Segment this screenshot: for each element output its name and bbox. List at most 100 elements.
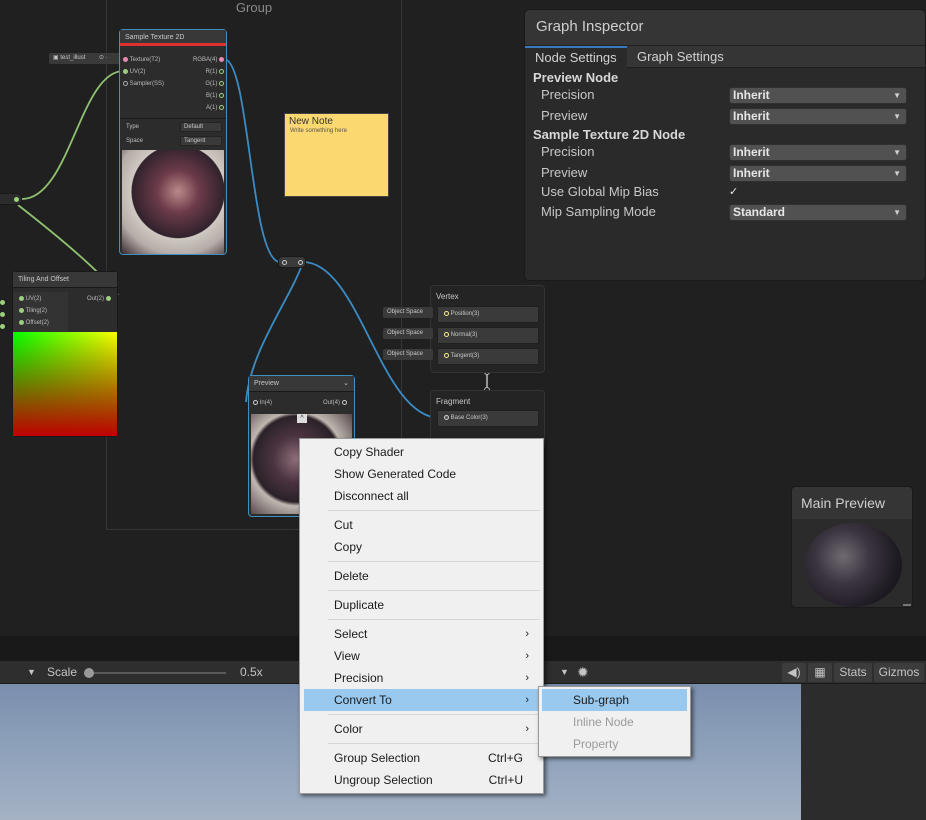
vertex-slot-position[interactable]: Position(3) — [437, 306, 539, 323]
mip-sampling-mode-label: Mip Sampling Mode — [541, 204, 656, 219]
note-title[interactable]: New Note — [285, 114, 388, 127]
menu-item-delete[interactable]: Delete — [304, 565, 539, 587]
edge-uv-to-sample — [21, 70, 125, 200]
precision-dropdown-2[interactable]: Inherit ▼ — [729, 144, 907, 161]
input-offset[interactable]: Offset(2) — [19, 317, 49, 329]
texture-preview-image — [122, 150, 224, 254]
output-r[interactable]: R(1) — [182, 66, 224, 78]
preview-label-2: Preview — [541, 165, 588, 180]
menu-item-disconnect-all[interactable]: Disconnect all — [304, 485, 539, 507]
dropdown-arrow-icon: ▼ — [893, 112, 901, 121]
gizmos-button[interactable]: Gizmos — [874, 663, 924, 682]
tiling-preview-image — [13, 332, 117, 436]
global-mip-bias-label: Use Global Mip Bias — [541, 184, 659, 199]
audio-icon[interactable]: ◀) — [782, 663, 806, 682]
fragment-slot-base-color[interactable]: Base Color(3) — [437, 410, 539, 427]
menu-item-copy[interactable]: Copy — [304, 536, 539, 558]
edge-rgba-to-redirect — [223, 58, 281, 263]
grid-icon[interactable]: ▦ — [808, 663, 832, 682]
input-tiling[interactable]: Tiling(2) — [19, 305, 49, 317]
redirect-node-left[interactable] — [0, 193, 22, 205]
menu-item-precision[interactable]: Precision › — [304, 667, 539, 689]
preview-node-title[interactable]: Preview ⌄ — [249, 376, 354, 392]
sample-texture-2d-node[interactable]: Sample Texture 2D Texture(T2) UV(2) Samp… — [119, 29, 227, 255]
precision-dropdown-1[interactable]: Inherit ▼ — [729, 87, 907, 104]
menu-item-color[interactable]: Color › — [304, 718, 539, 740]
redirect-node-blue[interactable] — [278, 256, 306, 268]
scale-slider-handle[interactable] — [84, 668, 94, 678]
menu-separator — [328, 561, 540, 562]
output-b[interactable]: B(1) — [182, 90, 224, 102]
collapse-chevron-icon[interactable]: ⌄ — [343, 376, 349, 392]
mip-sampling-dropdown[interactable]: Standard ▼ — [729, 204, 907, 221]
menu-item-group-selection[interactable]: Group Selection Ctrl+G — [304, 747, 539, 769]
main-preview-sphere[interactable] — [804, 523, 902, 607]
main-preview-panel[interactable]: Main Preview — [791, 486, 913, 608]
input-texture[interactable]: Texture(T2) — [123, 54, 181, 66]
dropdown-arrow-icon: ▼ — [893, 91, 901, 100]
tab-node-settings[interactable]: Node Settings — [525, 46, 627, 68]
preview-input[interactable]: In(4) — [253, 397, 272, 409]
preview-collapse-icon[interactable]: ^ — [297, 414, 307, 423]
bug-icon[interactable]: ✹ — [577, 661, 589, 684]
menu-item-copy-shader[interactable]: Copy Shader — [304, 441, 539, 463]
vertex-slot-normal[interactable]: Normal(3) — [437, 327, 539, 344]
output-a[interactable]: A(1) — [182, 102, 224, 114]
input-uv-tiling[interactable]: UV(2) — [19, 293, 49, 305]
preview-node-section: Preview Node — [533, 70, 619, 85]
preview-output[interactable]: Out(4) — [323, 397, 347, 409]
input-uv[interactable]: UV(2) — [123, 66, 181, 78]
menu-item-cut[interactable]: Cut — [304, 514, 539, 536]
dropdown-arrow-icon: ▼ — [893, 208, 901, 217]
menu-item-convert-to[interactable]: Convert To › — [304, 689, 539, 711]
inspector-tabs: Node Settings Graph Settings — [525, 46, 925, 68]
sticky-note[interactable]: New Note Write something here — [284, 113, 389, 197]
object-space-pill-3[interactable]: Object Space — [383, 349, 433, 360]
stats-button[interactable]: Stats — [834, 663, 872, 682]
input-sampler[interactable]: Sampler(SS) — [123, 78, 181, 90]
scale-label: Scale — [47, 665, 78, 679]
submenu-arrow-icon: › — [525, 650, 529, 662]
precision-label-2: Precision — [541, 144, 595, 159]
submenu-item-inline-node[interactable]: Inline Node — [542, 711, 687, 733]
note-body[interactable]: Write something here — [285, 127, 388, 135]
output-rgba[interactable]: RGBA(4) — [182, 54, 224, 66]
submenu-arrow-icon: › — [525, 694, 529, 706]
output-out-tiling[interactable]: Out(2) — [87, 293, 111, 305]
output-g[interactable]: G(1) — [182, 78, 224, 90]
shortcut-label: Ctrl+G — [487, 751, 523, 765]
scale-slider-track[interactable] — [86, 672, 226, 674]
main-preview-title[interactable]: Main Preview — [792, 487, 912, 519]
global-mip-bias-checkbox[interactable]: ✓ — [729, 185, 738, 198]
menu-item-show-generated-code[interactable]: Show Generated Code — [304, 463, 539, 485]
graph-inspector-panel[interactable]: Graph Inspector Node Settings Graph Sett… — [524, 9, 926, 281]
menu-item-select[interactable]: Select › — [304, 623, 539, 645]
submenu-item-property[interactable]: Property — [542, 733, 687, 755]
menu-item-view[interactable]: View › — [304, 645, 539, 667]
object-space-pill-2[interactable]: Object Space — [383, 328, 433, 339]
menu-item-duplicate[interactable]: Duplicate — [304, 594, 539, 616]
vertex-context[interactable]: Vertex Position(3) Normal(3) Tangent(3) — [430, 285, 545, 373]
sample-texture-title[interactable]: Sample Texture 2D — [120, 30, 226, 46]
gizmo-dropdown-arrow-icon[interactable]: ▼ — [560, 661, 569, 684]
type-label: Type — [126, 124, 140, 130]
preview-dropdown-2[interactable]: Inherit ▼ — [729, 165, 907, 182]
display-dropdown-arrow-icon[interactable]: ▼ — [27, 661, 36, 684]
object-space-pill-1[interactable]: Object Space — [383, 307, 433, 318]
submenu-item-sub-graph[interactable]: Sub-graph — [542, 689, 687, 711]
inspector-title[interactable]: Graph Inspector — [525, 10, 925, 46]
property-options-icon[interactable]: ⊙ · — [97, 53, 121, 64]
preview-dropdown-1[interactable]: Inherit ▼ — [729, 108, 907, 125]
tab-graph-settings[interactable]: Graph Settings — [627, 46, 734, 68]
resize-handle-icon[interactable] — [903, 604, 911, 606]
tiling-inputs: UV(2) Tiling(2) Offset(2) — [19, 293, 49, 329]
menu-separator — [328, 714, 540, 715]
tiling-title[interactable]: Tiling And Offset — [13, 272, 117, 288]
space-dropdown[interactable]: Tangent — [180, 136, 222, 146]
menu-item-ungroup-selection[interactable]: Ungroup Selection Ctrl+U — [304, 769, 539, 791]
tiling-and-offset-node[interactable]: Tiling And Offset UV(2) Tiling(2) Offset… — [12, 271, 118, 437]
property-node-test-illust[interactable]: ▣ test_illust — [49, 53, 99, 64]
space-label: Space — [126, 138, 144, 144]
vertex-slot-tangent[interactable]: Tangent(3) — [437, 348, 539, 365]
type-dropdown[interactable]: Default — [180, 122, 222, 132]
